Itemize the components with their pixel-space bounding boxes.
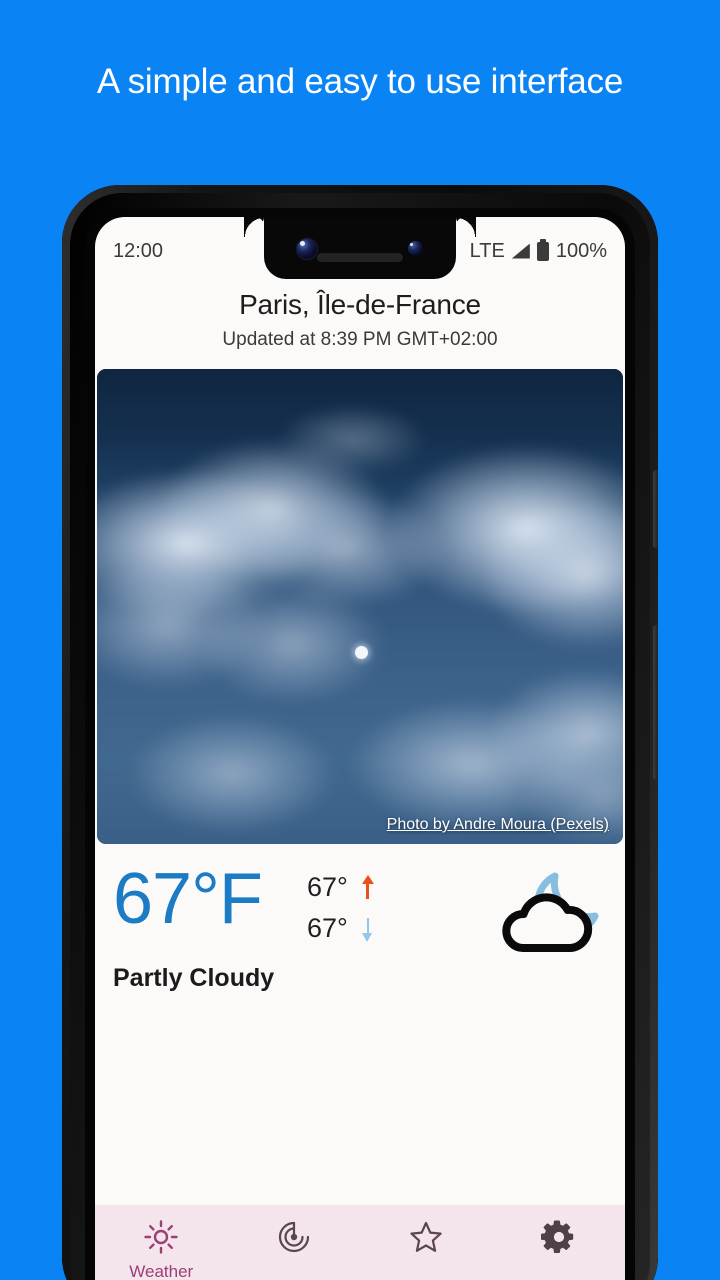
phone-screen: 12:00 LTE 100% Paris, Île-de-France Upda… [95,217,625,1280]
photo-credit-link[interactable]: Photo by Andre Moura (Pexels) [387,816,609,834]
current-conditions: 67°F 67° 67° Partly Cloudy [95,854,625,1009]
notch-corner-right [456,217,476,237]
partly-cloudy-night-icon [495,862,607,962]
page-title: Paris, Île-de-France [239,289,481,320]
current-temperature: 67°F [113,859,263,939]
earpiece-speaker-icon [317,253,403,262]
arrow-up-icon [361,874,374,901]
nav-item-settings[interactable] [493,1219,626,1262]
moon-icon [355,646,368,659]
front-camera-icon [408,241,423,256]
nav-item-favorites[interactable] [360,1219,493,1262]
status-indicators: LTE 100% [470,234,607,263]
status-time: 12:00 [113,239,164,262]
arrow-down-icon [362,916,374,942]
power-button[interactable] [653,470,658,548]
battery-full-icon [536,238,549,261]
high-low-group: 67° 67° [307,872,374,944]
nav-item-radar[interactable] [228,1219,361,1262]
radar-icon [276,1219,312,1255]
cloud-shape [127,714,337,834]
sky-photo-card[interactable]: Photo by Andre Moura (Pexels) [97,369,623,844]
cloud-shape [277,404,427,474]
star-icon [408,1219,444,1255]
low-temp-row: 67° [307,913,374,944]
phone-device-mockup: 12:00 LTE 100% Paris, Île-de-France Upda… [62,185,658,1280]
condition-label: Partly Cloudy [113,964,275,992]
battery-percent-label: 100% [555,239,607,262]
updated-timestamp: Updated at 8:39 PM GMT+02:00 [222,329,498,350]
gear-icon [540,1219,577,1255]
high-temp-value: 67° [307,872,348,902]
high-temp-row: 67° [307,872,374,903]
nav-item-weather[interactable]: Weather [95,1219,228,1280]
signal-bars-icon [511,243,530,259]
front-camera-wide-icon [297,239,317,259]
device-notch [244,217,476,279]
notch-corner-left [244,217,264,237]
nav-label-weather: Weather [129,1262,194,1280]
volume-button[interactable] [653,625,658,780]
low-temp-value: 67° [307,913,348,943]
network-type-label: LTE [469,239,505,262]
sun-icon [143,1219,179,1255]
bottom-navigation-bar: Weather [95,1205,625,1280]
promo-headline: A simple and easy to use interface [96,62,624,101]
cloud-shape [197,584,387,704]
